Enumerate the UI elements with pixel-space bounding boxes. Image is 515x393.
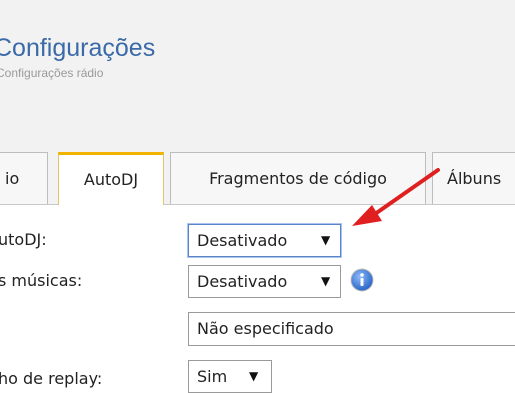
page-title: Configurações <box>0 34 156 62</box>
musicas-select-value: Desativado <box>197 272 288 291</box>
tab-code-snippets[interactable]: Fragmentos de código <box>170 152 426 204</box>
triangle-down-icon: ▼ <box>321 233 331 247</box>
page-subtitle: Configurações rádio <box>0 66 104 80</box>
tab-autodj[interactable]: AutoDJ <box>58 152 164 205</box>
triangle-down-icon: ▼ <box>321 274 331 288</box>
tab-albums[interactable]: Álbuns <box>432 152 515 204</box>
musicas-select[interactable]: Desativado ▼ <box>188 265 341 298</box>
triangle-down-icon: ▼ <box>249 369 259 383</box>
autodj-select-value: Desativado <box>197 231 288 250</box>
replay-label: ho de replay: <box>0 369 103 388</box>
tab-bar: io AutoDJ Fragmentos de código Álbuns <box>0 152 515 205</box>
header-area: Configurações Configurações rádio <box>0 0 515 152</box>
tab-radio[interactable]: io <box>0 152 48 204</box>
autodj-select[interactable]: Desativado ▼ <box>188 224 341 257</box>
info-icon[interactable] <box>350 268 374 292</box>
musicas-label: s músicas: <box>0 271 83 290</box>
autodj-label: utoDJ: <box>0 230 47 249</box>
replay-select[interactable]: Sim ▼ <box>188 360 272 393</box>
unspecified-field[interactable]: Não especificado <box>188 312 515 346</box>
replay-select-value: Sim <box>197 367 228 386</box>
